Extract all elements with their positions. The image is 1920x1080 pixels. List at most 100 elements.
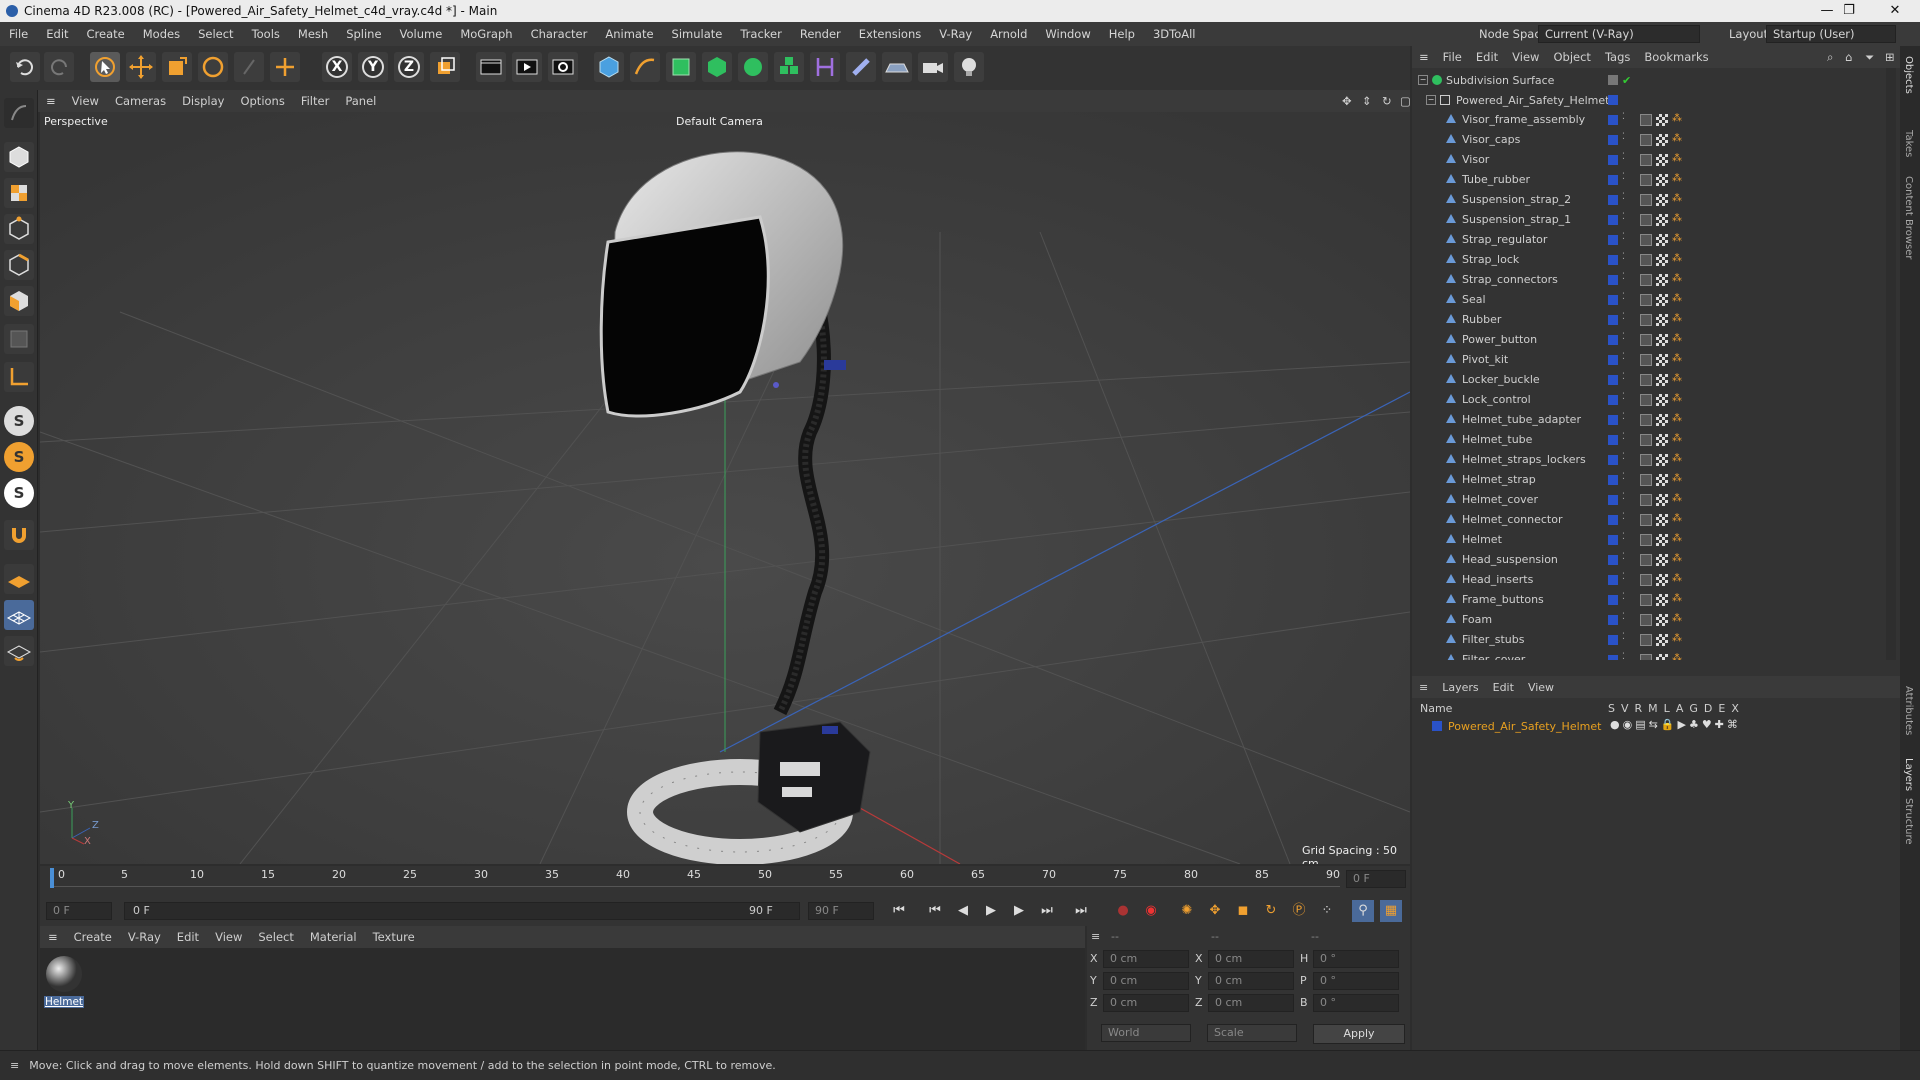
layer-color-swatch[interactable] — [1608, 215, 1618, 225]
vray-tag-icon[interactable]: ⁂ — [1672, 313, 1682, 324]
object-hamburger-icon[interactable]: ≡ — [1412, 50, 1436, 64]
vray-tag-icon[interactable]: ⁂ — [1672, 173, 1682, 184]
snap-button-2[interactable]: S — [4, 442, 34, 472]
expand-icon[interactable]: − — [1426, 95, 1436, 105]
visibility-dots-icon[interactable]: ⁚ — [1622, 552, 1625, 562]
vray-tag-icon[interactable]: ⁂ — [1672, 593, 1682, 604]
material-tag-icon[interactable] — [1656, 134, 1668, 146]
visibility-dots-icon[interactable]: ⁚ — [1622, 532, 1625, 542]
phong-tag-icon[interactable] — [1640, 234, 1652, 246]
layer-menu-edit[interactable]: Edit — [1486, 681, 1521, 694]
phong-tag-icon[interactable] — [1640, 574, 1652, 586]
phong-tag-icon[interactable] — [1640, 594, 1652, 606]
vray-tag-icon[interactable]: ⁂ — [1672, 193, 1682, 204]
visibility-dots-icon[interactable]: ⁚ — [1622, 432, 1625, 442]
object-row[interactable]: Helmet_tube ⁚ ⁂ — [1412, 430, 1882, 450]
viewport-camera[interactable]: Default Camera — [676, 115, 763, 128]
vray-tag-icon[interactable]: ⁂ — [1672, 553, 1682, 564]
render-settings-icon[interactable] — [548, 52, 578, 82]
layer-color-swatch[interactable] — [1608, 375, 1618, 385]
vray-tag-icon[interactable]: ⁂ — [1672, 473, 1682, 484]
x-axis-lock-button[interactable]: X — [322, 52, 352, 82]
phong-tag-icon[interactable] — [1640, 294, 1652, 306]
prev-frame-icon[interactable]: ◀ — [952, 900, 974, 922]
object-row[interactable]: Helmet_connector ⁚ ⁂ — [1412, 510, 1882, 530]
viewport-menu-filter[interactable]: Filter — [293, 94, 337, 108]
menu-help[interactable]: Help — [1100, 27, 1144, 41]
visibility-dots-icon[interactable]: ⁚ — [1622, 352, 1625, 362]
visibility-dots-icon[interactable]: ⁚ — [1622, 152, 1625, 162]
phong-tag-icon[interactable] — [1640, 194, 1652, 206]
material-menu-select[interactable]: Select — [250, 930, 301, 944]
object-row[interactable]: Strap_lock ⁚ ⁂ — [1412, 250, 1882, 270]
vray-tag-icon[interactable]: ⁂ — [1672, 333, 1682, 344]
layer-hamburger-icon[interactable]: ≡ — [1412, 681, 1435, 694]
camera-icon[interactable] — [918, 52, 948, 82]
menu-tools[interactable]: Tools — [243, 27, 289, 41]
phong-tag-icon[interactable] — [1640, 214, 1652, 226]
visibility-dots-icon[interactable]: ⁚ — [1622, 572, 1625, 582]
vray-tag-icon[interactable]: ⁂ — [1672, 533, 1682, 544]
layer-color-swatch[interactable] — [1608, 355, 1618, 365]
phong-tag-icon[interactable] — [1640, 254, 1652, 266]
frame-range-slider[interactable]: 0 F 90 F — [124, 902, 800, 920]
light-icon[interactable] — [954, 52, 984, 82]
menu-character[interactable]: Character — [522, 27, 597, 41]
vray-tag-icon[interactable]: ⁂ — [1672, 433, 1682, 444]
menu-extensions[interactable]: Extensions — [850, 27, 930, 41]
workplane-icon[interactable] — [4, 564, 34, 594]
visibility-dots-icon[interactable]: ⁚ — [1622, 472, 1625, 482]
layer-color-swatch[interactable] — [1608, 175, 1618, 185]
cube-primitive-icon[interactable] — [594, 52, 624, 82]
material-tag-icon[interactable] — [1656, 154, 1668, 166]
subdivision-icon[interactable] — [666, 52, 696, 82]
material-tag-icon[interactable] — [1656, 254, 1668, 266]
layer-menu-view[interactable]: View — [1521, 681, 1561, 694]
quantize-icon[interactable] — [4, 636, 34, 666]
material-tag-icon[interactable] — [1656, 654, 1668, 660]
z-axis-lock-button[interactable]: Z — [394, 52, 424, 82]
phong-tag-icon[interactable] — [1640, 614, 1652, 626]
object-row[interactable]: Helmet_cover ⁚ ⁂ — [1412, 490, 1882, 510]
tab-objects[interactable]: Objects — [1903, 56, 1914, 94]
maximize-button[interactable]: ❐ — [1826, 0, 1872, 22]
rotate-tool-icon[interactable] — [198, 52, 228, 82]
phong-tag-icon[interactable] — [1640, 134, 1652, 146]
next-key-icon[interactable]: ⏭ — [1036, 900, 1058, 922]
phong-tag-icon[interactable] — [1640, 474, 1652, 486]
live-select-icon[interactable] — [234, 52, 264, 82]
viewport-menu-options[interactable]: Options — [232, 94, 292, 108]
phong-tag-icon[interactable] — [1640, 494, 1652, 506]
tab-structure[interactable]: Structure — [1903, 798, 1914, 845]
object-new-window-icon[interactable]: ⊞ — [1878, 50, 1902, 64]
object-row[interactable]: Helmet_strap ⁚ ⁂ — [1412, 470, 1882, 490]
material-tag-icon[interactable] — [1656, 274, 1668, 286]
extrude-generator-icon[interactable] — [702, 52, 732, 82]
object-row[interactable]: Visor ⁚ ⁂ — [1412, 150, 1882, 170]
layer-color-swatch[interactable] — [1608, 395, 1618, 405]
redo-icon[interactable] — [44, 52, 74, 82]
menu-edit[interactable]: Edit — [37, 27, 77, 41]
phong-tag-icon[interactable] — [1640, 434, 1652, 446]
menu-file[interactable]: File — [0, 27, 37, 41]
object-row[interactable]: Helmet ⁚ ⁂ — [1412, 530, 1882, 550]
axis-mode-icon[interactable] — [4, 362, 34, 392]
visibility-dots-icon[interactable]: ⁚ — [1622, 132, 1625, 142]
timeline-layout-icon[interactable]: ▦ — [1380, 900, 1402, 922]
visibility-dots-icon[interactable]: ⁚ — [1622, 172, 1625, 182]
material-hamburger-icon[interactable]: ≡ — [40, 930, 66, 944]
material-tag-icon[interactable] — [1656, 594, 1668, 606]
phong-tag-icon[interactable] — [1640, 634, 1652, 646]
render-region-icon[interactable] — [476, 52, 506, 82]
vray-tag-icon[interactable]: ⁂ — [1672, 613, 1682, 624]
object-row[interactable]: Filter_stubs ⁚ ⁂ — [1412, 630, 1882, 650]
material-swatch[interactable]: Helmet — [44, 954, 84, 1008]
size-x-field[interactable]: 0 cm — [1208, 950, 1294, 968]
texture-mode-icon[interactable] — [4, 178, 34, 208]
make-editable-icon[interactable] — [4, 98, 34, 128]
layer-color-swatch[interactable] — [1608, 275, 1618, 285]
status-hamburger-icon[interactable]: ≡ — [0, 1059, 29, 1072]
material-tag-icon[interactable] — [1656, 414, 1668, 426]
vray-tag-icon[interactable]: ⁂ — [1672, 213, 1682, 224]
vray-tag-icon[interactable]: ⁂ — [1672, 133, 1682, 144]
